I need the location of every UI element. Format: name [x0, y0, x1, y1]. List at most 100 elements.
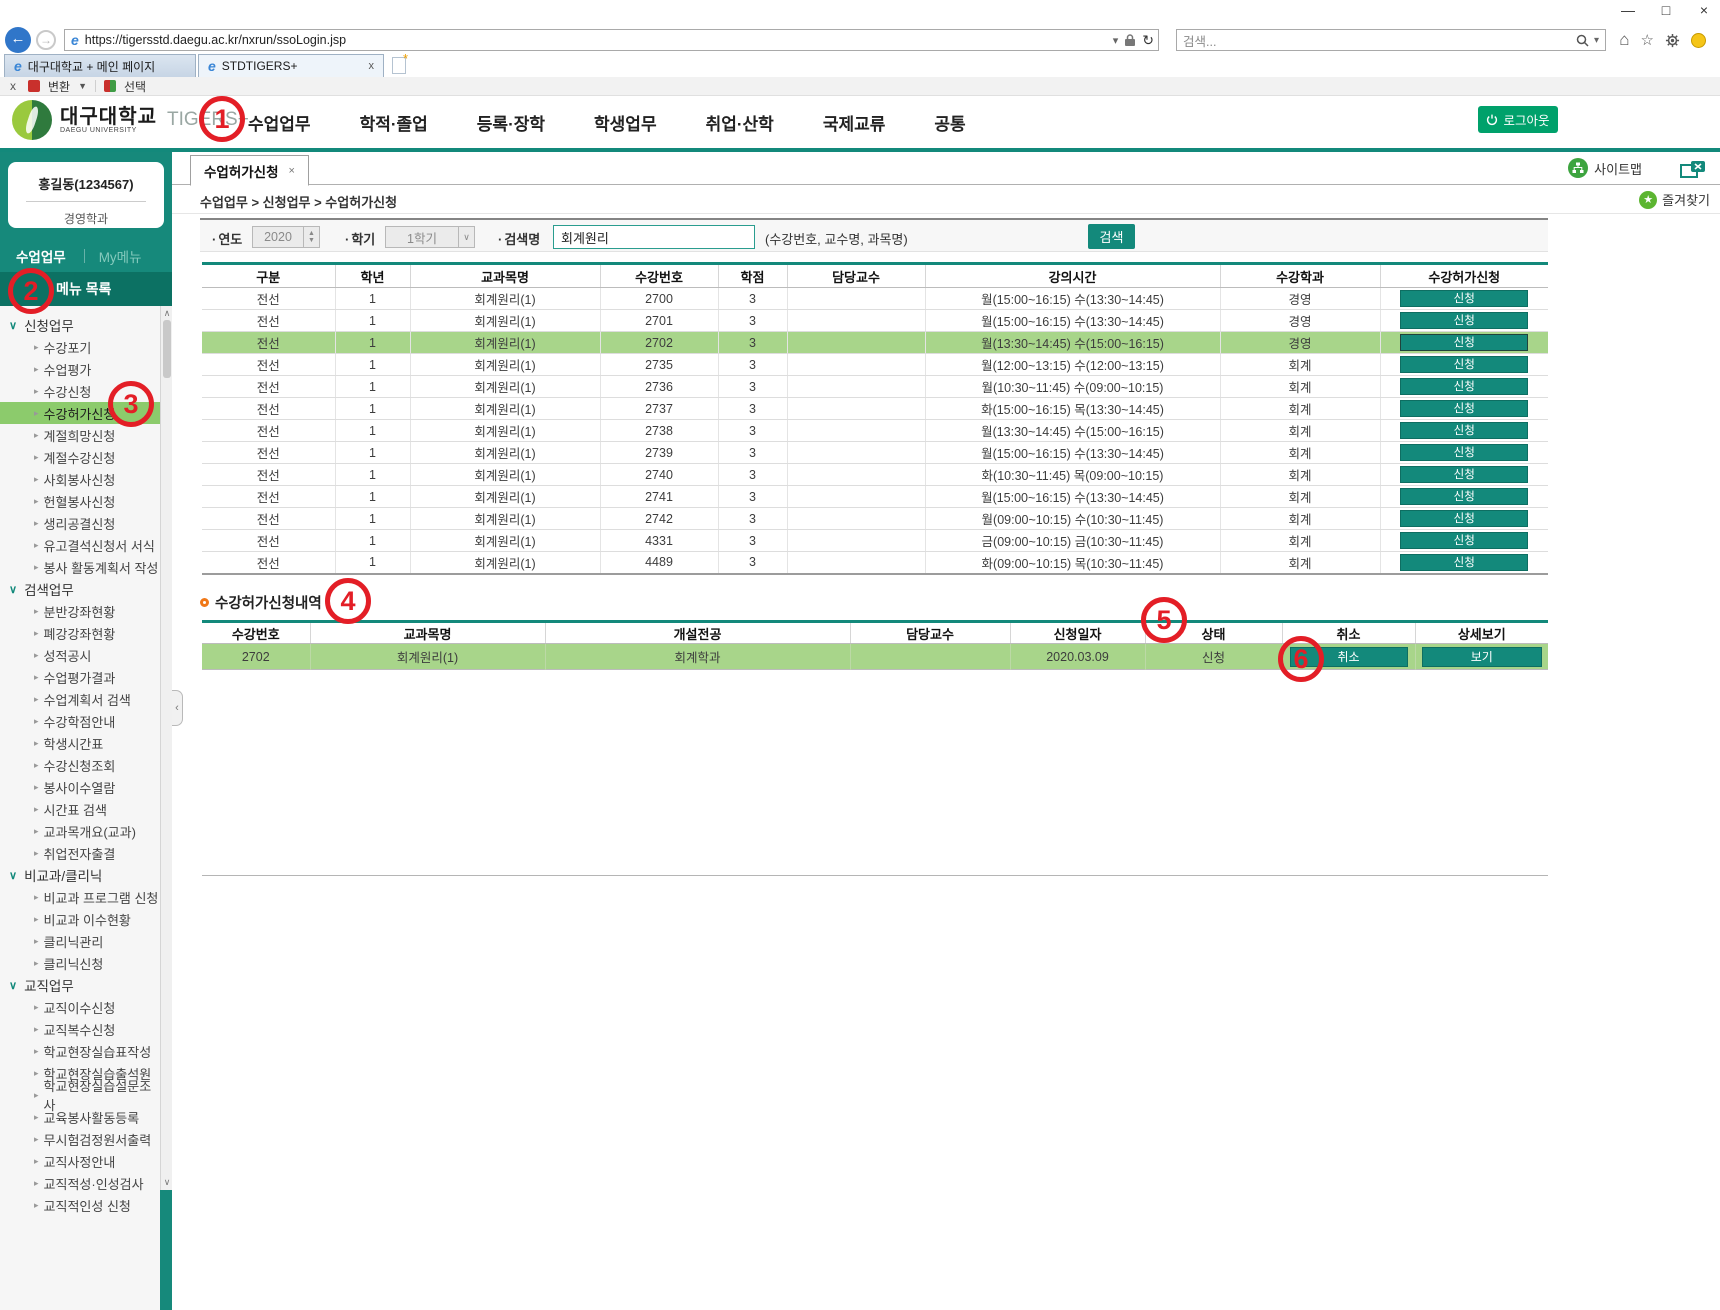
sidebar-item[interactable]: ▸봉사 활동계획서 작성	[0, 556, 160, 578]
sidebar-item[interactable]: ▸수강허가신청	[0, 402, 160, 424]
autocomplete-caret-icon[interactable]: ▾	[1113, 34, 1119, 47]
sidebar-item[interactable]: ▸교직적인성 신청	[0, 1194, 160, 1216]
sidebar-section[interactable]: ∨신청업무	[0, 314, 160, 336]
sidebar-item[interactable]: ▸클리닉관리	[0, 930, 160, 952]
apply-button[interactable]: 신청	[1400, 312, 1528, 329]
sidebar-item[interactable]: ▸계절희망신청	[0, 424, 160, 446]
table-row[interactable]: 전선1회계원리(1)27413월(15:00~16:15) 수(13:30~14…	[202, 486, 1548, 508]
apply-button[interactable]: 신청	[1400, 334, 1528, 351]
sidebar-item[interactable]: ▸비교과 이수현황	[0, 908, 160, 930]
settings-gear-icon[interactable]	[1665, 33, 1680, 48]
sitemap-button[interactable]: 사이트맵	[1568, 158, 1642, 178]
apply-button[interactable]: 신청	[1400, 422, 1528, 439]
apply-button[interactable]: 신청	[1400, 378, 1528, 395]
header-nav-item[interactable]: 학생업무	[594, 110, 657, 135]
addon-close-button[interactable]: x	[10, 79, 16, 93]
semester-select[interactable]: 1학기 ∨	[385, 226, 475, 248]
search-button[interactable]: 검색	[1088, 224, 1135, 249]
favorites-button[interactable]: ★ 즐겨찾기	[1639, 190, 1710, 209]
browser-search-box[interactable]: 검색... ▾	[1176, 29, 1606, 51]
apply-button[interactable]: 신청	[1400, 444, 1528, 461]
tab-close-icon[interactable]: x	[369, 60, 375, 72]
sidebar-item[interactable]: ▸학교현장실습표작성	[0, 1040, 160, 1062]
maximize-button[interactable]: □	[1656, 2, 1676, 18]
sidebar-item[interactable]: ▸생리공결신청	[0, 512, 160, 534]
table-row[interactable]: 2702회계원리(1)회계학과2020.03.09신청취소보기	[202, 644, 1548, 670]
sidebar-tab-work[interactable]: 수업업무	[0, 246, 66, 266]
sidebar-item[interactable]: ▸헌혈봉사신청	[0, 490, 160, 512]
apply-button[interactable]: 신청	[1400, 290, 1528, 307]
doc-tab-close-icon[interactable]: ×	[289, 165, 295, 177]
convert-caret-icon[interactable]: ▼	[78, 81, 87, 91]
header-nav-item[interactable]: 수업업무	[248, 110, 311, 135]
table-row[interactable]: 전선1회계원리(1)27023월(13:30~14:45) 수(15:00~16…	[202, 332, 1548, 354]
sidebar-item[interactable]: ▸수업계획서 검색	[0, 688, 160, 710]
apply-button[interactable]: 신청	[1400, 532, 1528, 549]
sidebar-item[interactable]: ▸교직적성·인성검사	[0, 1172, 160, 1194]
refresh-icon[interactable]: ↻	[1142, 32, 1154, 49]
sidebar-item[interactable]: ▸수강포기	[0, 336, 160, 358]
table-row[interactable]: 전선1회계원리(1)27013월(15:00~16:15) 수(13:30~14…	[202, 310, 1548, 332]
sidebar-collapse-handle[interactable]: ‹	[172, 690, 183, 726]
sidebar-scrollbar[interactable]: ∧ ∨	[160, 306, 172, 1190]
tab-course-permission[interactable]: 수업허가신청 ×	[190, 155, 309, 186]
table-row[interactable]: 전선1회계원리(1)27003월(15:00~16:15) 수(13:30~14…	[202, 288, 1548, 310]
table-row[interactable]: 전선1회계원리(1)27363월(10:30~11:45) 수(09:00~10…	[202, 376, 1548, 398]
apply-button[interactable]: 신청	[1400, 488, 1528, 505]
header-nav-item[interactable]: 학적·졸업	[360, 110, 428, 135]
sidebar-item[interactable]: ▸수업평가	[0, 358, 160, 380]
convert-button[interactable]: 변환	[48, 78, 70, 95]
browser-tab-main[interactable]: e 대구대학교 + 메인 페이지	[4, 54, 196, 77]
sidebar-item[interactable]: ▸교직이수신청	[0, 996, 160, 1018]
home-icon[interactable]: ⌂	[1619, 30, 1629, 50]
sidebar-section[interactable]: ∨검색업무	[0, 578, 160, 600]
sidebar-item[interactable]: ▸학교현장실습설문조사	[0, 1084, 160, 1106]
favorites-star-icon[interactable]: ☆	[1641, 31, 1654, 49]
close-all-tabs-icon[interactable]	[1680, 160, 1706, 183]
view-detail-button[interactable]: 보기	[1422, 647, 1542, 667]
sidebar-item[interactable]: ▸사회봉사신청	[0, 468, 160, 490]
sidebar-item[interactable]: ▸교과목개요(교과)	[0, 820, 160, 842]
sidebar-item[interactable]: ▸시간표 검색	[0, 798, 160, 820]
table-row[interactable]: 전선1회계원리(1)27423월(09:00~10:15) 수(10:30~11…	[202, 508, 1548, 530]
search-caret-icon[interactable]: ▾	[1594, 35, 1599, 46]
sidebar-item[interactable]: ▸무시험검정원서출력	[0, 1128, 160, 1150]
sidebar-item[interactable]: ▸클리닉신청	[0, 952, 160, 974]
header-nav-item[interactable]: 국제교류	[823, 110, 886, 135]
table-row[interactable]: 전선1회계원리(1)27373화(15:00~16:15) 목(13:30~14…	[202, 398, 1548, 420]
header-nav-item[interactable]: 취업·산학	[706, 110, 774, 135]
search-icon[interactable]	[1576, 34, 1589, 47]
table-row[interactable]: 전선1회계원리(1)43313금(09:00~10:15) 금(10:30~11…	[202, 530, 1548, 552]
sidebar-item[interactable]: ▸성적공시	[0, 644, 160, 666]
search-input[interactable]: 회계원리	[553, 225, 755, 249]
apply-button[interactable]: 신청	[1400, 400, 1528, 417]
apply-button[interactable]: 신청	[1400, 466, 1528, 483]
cancel-button[interactable]: 취소	[1290, 647, 1408, 667]
sidebar-item[interactable]: ▸분반강좌현황	[0, 600, 160, 622]
sidebar-item[interactable]: ▸계절수강신청	[0, 446, 160, 468]
url-bar[interactable]: e https://tigersstd.daegu.ac.kr/nxrun/ss…	[64, 29, 1159, 51]
sidebar-item[interactable]: ▸수강신청	[0, 380, 160, 402]
table-row[interactable]: 전선1회계원리(1)27393월(15:00~16:15) 수(13:30~14…	[202, 442, 1548, 464]
sidebar-item[interactable]: ▸교직사정안내	[0, 1150, 160, 1172]
forward-button[interactable]: →	[36, 30, 56, 50]
sidebar-item[interactable]: ▸교육봉사활동등록	[0, 1106, 160, 1128]
sidebar-tab-mymenu[interactable]: My메뉴	[99, 246, 142, 266]
chevron-down-icon[interactable]: ∨	[458, 227, 474, 247]
browser-tab-stdtigers[interactable]: e STDTIGERS+ x	[198, 54, 384, 77]
sidebar-item[interactable]: ▸취업전자출결	[0, 842, 160, 864]
select-button[interactable]: 선택	[124, 78, 146, 95]
apply-button[interactable]: 신청	[1400, 554, 1528, 571]
sidebar-item[interactable]: ▸봉사이수열람	[0, 776, 160, 798]
table-row[interactable]: 전선1회계원리(1)44893화(09:00~10:15) 목(10:30~11…	[202, 552, 1548, 574]
table-row[interactable]: 전선1회계원리(1)27403화(10:30~11:45) 목(09:00~10…	[202, 464, 1548, 486]
new-tab-button[interactable]	[392, 57, 406, 74]
apply-button[interactable]: 신청	[1400, 510, 1528, 527]
scrollbar-thumb[interactable]	[163, 320, 171, 378]
spinner-arrows-icon[interactable]: ▲▼	[303, 227, 319, 247]
table-row[interactable]: 전선1회계원리(1)27353월(12:00~13:15) 수(12:00~13…	[202, 354, 1548, 376]
back-button[interactable]: ←	[5, 27, 31, 53]
sidebar-section[interactable]: ∨비교과/클리닉	[0, 864, 160, 886]
minimize-button[interactable]: —	[1618, 2, 1638, 18]
table-row[interactable]: 전선1회계원리(1)27383월(13:30~14:45) 수(15:00~16…	[202, 420, 1548, 442]
